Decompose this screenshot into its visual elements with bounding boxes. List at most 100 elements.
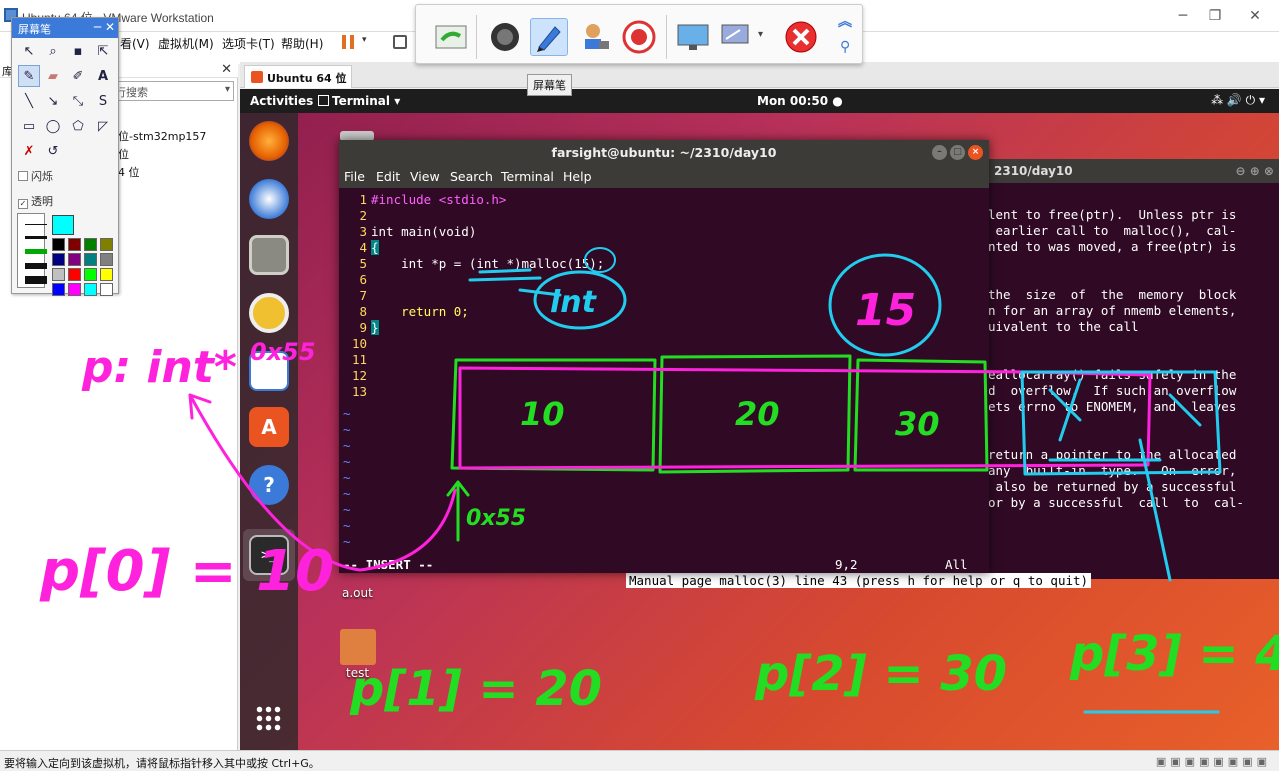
code-line[interactable]: 8 return 0; [339,304,468,320]
tab-close-icon[interactable]: × [336,69,345,82]
line-tool-icon[interactable]: ╲ [18,90,40,112]
color-swatch[interactable] [68,283,81,296]
close-recorder-button[interactable] [782,18,820,56]
tab-ubuntu[interactable]: Ubuntu 64 位 × [244,65,352,88]
width-option-4[interactable] [25,263,47,269]
double-arrow-tool-icon[interactable]: ⤡ [67,90,89,112]
color-swatch[interactable] [100,253,113,266]
device-icons[interactable]: ▣▣▣▣▣▣▣▣ [1156,755,1271,768]
arrow-tool-icon[interactable]: ↘ [42,90,64,112]
pin-icon[interactable]: ⚲ [840,39,850,55]
system-tray[interactable]: ⁂ 🔊 ⏻ ▾ [1211,93,1265,108]
undo-tool-icon[interactable]: ↺ [42,140,64,162]
current-color-swatch[interactable] [52,215,74,235]
color-swatch[interactable] [100,283,113,296]
width-option-1[interactable] [25,224,47,225]
code-line[interactable]: 7 [339,288,371,304]
terminal-menu-search[interactable]: Search [450,169,493,184]
man-window-buttons[interactable]: ⊖ ⊕ ⊗ [1235,164,1274,178]
color-swatch[interactable] [84,283,97,296]
collapse-icon[interactable]: ︽ [838,11,852,31]
copy-tool-icon[interactable]: ▪ [67,40,89,62]
width-option-2[interactable] [25,236,47,239]
color-swatch[interactable] [52,283,65,296]
code-line[interactable]: 9} [339,320,379,336]
terminal-menu-edit[interactable]: Edit [376,169,400,184]
color-swatch[interactable] [100,268,113,281]
pen-polygon-tool-icon[interactable]: ◸ [92,115,114,137]
library-item-2[interactable]: 位 [118,146,129,162]
library-item-stm32[interactable]: 位-stm32mp157 [118,128,206,144]
menu-view[interactable]: 看(V) [120,35,150,52]
screen-pen-window-buttons[interactable]: ─ ✕ [94,20,115,34]
clock[interactable]: Mon 00:50 ● [757,94,843,108]
flash-checkbox-box[interactable] [18,171,28,181]
test-folder-icon[interactable] [340,629,376,665]
activities-button[interactable]: Activities [250,94,313,108]
screen-pen-titlebar[interactable]: 屏幕笔 ─ ✕ [12,18,118,38]
text-tool-icon[interactable]: A [92,65,114,87]
send-keys-icon[interactable] [393,35,407,49]
camera-button[interactable] [486,18,524,56]
terminal-icon[interactable]: >_ [249,535,289,575]
code-line[interactable]: 2 [339,208,371,224]
library-search-input[interactable]: 行搜索 ▾ [110,81,234,101]
terminal-menu-view[interactable]: View [410,169,440,184]
code-line[interactable]: 11 [339,352,371,368]
code-line[interactable]: 3 int main(void) [339,224,476,240]
ellipse-tool-icon[interactable]: ◯ [42,115,64,137]
terminal-close-button[interactable]: × [968,145,983,160]
chevron-down-icon[interactable]: ▾ [225,84,230,95]
color-swatch[interactable] [84,238,97,251]
library-item-3[interactable]: 4 位 [118,164,140,180]
polygon-tool-icon[interactable]: ⬠ [67,115,89,137]
color-swatch[interactable] [68,268,81,281]
code-line[interactable]: 5 int *p = (int *)malloc(15); [339,256,604,272]
width-option-5[interactable] [25,276,47,284]
screenshot-button[interactable] [432,18,470,56]
code-line[interactable]: 10 [339,336,371,352]
vim-buffer[interactable]: 1 #include <stdio.h> 2 3 int main(void) 4{5 i… [339,188,989,573]
zoom-tool-icon[interactable]: ⌕ [42,40,64,62]
library-close-icon[interactable]: ✕ [221,62,232,77]
webcam-button[interactable] [576,18,614,56]
files-icon[interactable] [249,235,289,275]
libreoffice-writer-icon[interactable] [249,351,289,391]
display-button[interactable] [718,18,756,56]
code-line[interactable]: 1 #include <stdio.h> [339,192,506,208]
color-swatch[interactable] [52,268,65,281]
color-swatch[interactable] [84,268,97,281]
terminal-minimize-button[interactable]: – [932,145,947,160]
record-button[interactable] [620,18,658,56]
eraser-tool-icon[interactable]: ▰ [42,65,64,87]
man-page-terminal[interactable]: 2310/day10 ⊖ ⊕ ⊗ lent to free(ptr). Unle… [985,159,1279,579]
color-swatch[interactable] [84,253,97,266]
app-menu[interactable]: Terminal ▾ [332,94,400,108]
pause-icon[interactable] [342,35,354,49]
rhythmbox-icon[interactable] [249,293,289,333]
code-line[interactable]: 4{ [339,240,379,256]
export-tool-icon[interactable]: ⇱ [92,40,114,62]
code-line[interactable]: 12 [339,368,371,384]
screen-pen-button[interactable] [530,18,568,56]
clear-tool-icon[interactable]: ✗ [18,140,40,162]
menu-vm[interactable]: 虚拟机(M) [158,35,214,52]
terminal-menu-terminal[interactable]: Terminal [501,169,554,184]
pen-tool-icon[interactable]: ✎ [18,65,40,87]
show-apps-icon[interactable] [255,705,283,733]
color-swatch[interactable] [52,253,65,266]
thunderbird-icon[interactable] [249,179,289,219]
code-line[interactable]: 6 [339,272,371,288]
cursor-tool-icon[interactable]: ↖ [18,40,40,62]
width-option-3[interactable] [25,249,47,254]
software-center-icon[interactable]: A [249,407,289,447]
flash-checkbox[interactable]: 闪烁 [18,168,53,184]
firefox-icon[interactable] [249,121,289,161]
close-button[interactable]: ✕ [1240,6,1270,26]
color-swatch[interactable] [52,238,65,251]
help-icon[interactable]: ? [249,465,289,505]
curve-tool-icon[interactable]: S [92,90,114,112]
color-swatch[interactable] [100,238,113,251]
rectangle-tool-icon[interactable]: ▭ [18,115,40,137]
maximize-button[interactable]: ❐ [1200,6,1230,26]
